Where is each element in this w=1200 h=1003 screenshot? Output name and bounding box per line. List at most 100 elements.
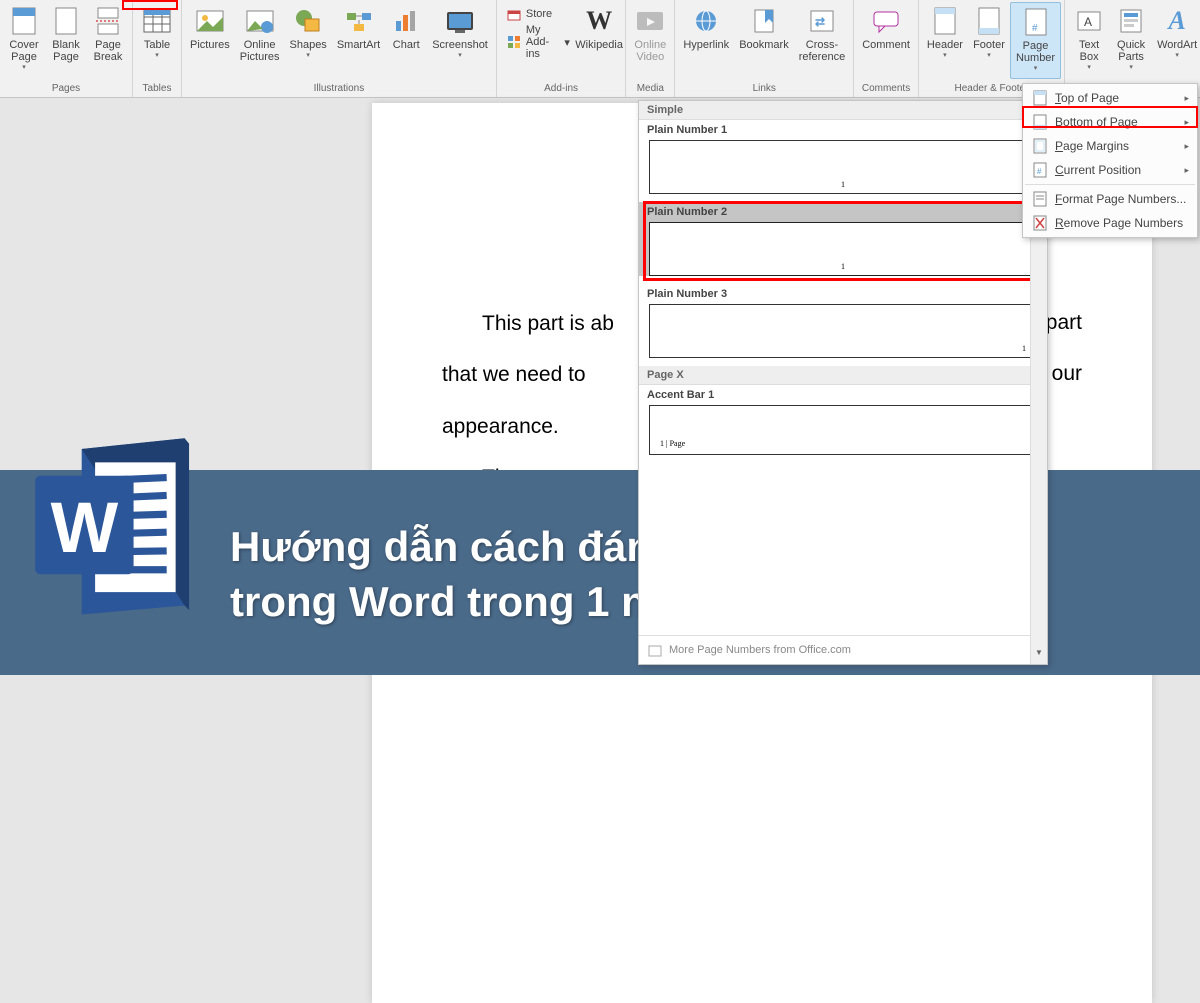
svg-text:A: A bbox=[1084, 15, 1092, 29]
quickparts-label: QuickParts bbox=[1117, 39, 1145, 63]
gallery-item-plain2[interactable]: Plain Number 2 1 bbox=[639, 202, 1047, 276]
doc-line2-start: that we need to bbox=[442, 363, 586, 386]
my-addins-label: My Add-ins bbox=[526, 24, 561, 60]
gallery-preview-2: 1 bbox=[649, 222, 1037, 276]
page-number-icon: # bbox=[1020, 6, 1052, 38]
store-button[interactable]: Store bbox=[506, 6, 570, 22]
my-addins-button[interactable]: My Add-ins ▾ bbox=[506, 24, 570, 60]
crossref-icon: ⇄ bbox=[806, 5, 838, 37]
header-icon bbox=[929, 5, 961, 37]
chart-icon bbox=[390, 5, 422, 37]
crossref-label: Cross-reference bbox=[799, 39, 845, 63]
page-margins-icon bbox=[1031, 138, 1049, 154]
gallery-item-accent1[interactable]: Accent Bar 1 1 | Page bbox=[639, 385, 1047, 455]
online-video-button[interactable]: OnlineVideo bbox=[629, 2, 671, 79]
wikipedia-icon: W bbox=[583, 5, 615, 37]
hyperlink-button[interactable]: Hyperlink bbox=[678, 2, 734, 79]
table-button[interactable]: Table▾ bbox=[136, 2, 178, 79]
screenshot-button[interactable]: Screenshot▾ bbox=[427, 2, 493, 79]
screenshot-icon bbox=[444, 5, 476, 37]
menu-format-page-numbers[interactable]: Format Page Numbers... bbox=[1025, 187, 1195, 211]
crossref-button[interactable]: ⇄ Cross-reference bbox=[794, 2, 850, 79]
smartart-button[interactable]: SmartArt bbox=[332, 2, 385, 79]
comment-button[interactable]: Comment bbox=[857, 2, 915, 79]
current-position-icon: # bbox=[1031, 162, 1049, 178]
group-media-label: Media bbox=[626, 81, 674, 97]
store-icon bbox=[506, 6, 522, 22]
hyperlink-label: Hyperlink bbox=[683, 39, 729, 51]
scroll-down-arrow[interactable]: ▼ bbox=[1031, 648, 1047, 664]
gallery-accent1-label: Accent Bar 1 bbox=[639, 385, 1047, 405]
page-top-icon bbox=[1031, 90, 1049, 106]
comment-label: Comment bbox=[862, 39, 910, 51]
gallery-item-plain3[interactable]: Plain Number 3 1 bbox=[639, 284, 1047, 358]
ribbon: CoverPage▾ BlankPage PageBreak Pages Tab… bbox=[0, 0, 1200, 98]
submenu-arrow-icon: ▸ bbox=[1184, 117, 1189, 128]
menu-page-margins[interactable]: Page Margins ▸ bbox=[1025, 134, 1195, 158]
svg-text:#: # bbox=[1037, 167, 1042, 176]
quickparts-icon bbox=[1115, 5, 1147, 37]
bookmark-label: Bookmark bbox=[739, 39, 789, 51]
header-button[interactable]: Header▾ bbox=[922, 2, 968, 79]
preview-number: 1 bbox=[841, 262, 845, 271]
top-highlight-marker bbox=[122, 0, 178, 10]
pictures-button[interactable]: Pictures bbox=[185, 2, 235, 79]
gallery-preview-1: 1 bbox=[649, 140, 1037, 194]
group-addins: Store My Add-ins ▾ W Wikipedia Add-ins bbox=[497, 0, 626, 97]
bookmark-icon bbox=[748, 5, 780, 37]
word-logo: W bbox=[28, 425, 198, 625]
menu-remove-page-numbers[interactable]: Remove Page Numbers bbox=[1025, 211, 1195, 235]
online-video-label: OnlineVideo bbox=[634, 39, 666, 63]
menu-bottom-of-page[interactable]: Bottom of Page ▸ bbox=[1025, 110, 1195, 134]
wordart-label: WordArt bbox=[1157, 39, 1197, 51]
cover-page-icon bbox=[8, 5, 40, 37]
wordart-button[interactable]: A WordArt▾ bbox=[1152, 2, 1200, 90]
page-break-button[interactable]: PageBreak bbox=[87, 2, 129, 79]
svg-text:W: W bbox=[51, 488, 119, 568]
quickparts-button[interactable]: QuickParts▾ bbox=[1110, 2, 1152, 90]
group-illustrations-label: Illustrations bbox=[182, 81, 496, 97]
textbox-button[interactable]: A TextBox▾ bbox=[1068, 2, 1110, 90]
office-icon bbox=[647, 642, 663, 658]
online-pictures-button[interactable]: OnlinePictures bbox=[235, 2, 285, 79]
remove-icon bbox=[1031, 215, 1049, 231]
preview-number: 1 bbox=[1022, 344, 1026, 353]
svg-text:⇄: ⇄ bbox=[815, 15, 825, 29]
wikipedia-button[interactable]: W Wikipedia bbox=[576, 2, 622, 79]
menu-separator bbox=[1025, 184, 1195, 185]
gallery-footer-label: More Page Numbers from Office.com bbox=[669, 644, 851, 656]
smartart-icon bbox=[343, 5, 375, 37]
online-pictures-label: OnlinePictures bbox=[240, 39, 280, 63]
wordart-icon: A bbox=[1161, 5, 1193, 37]
footer-icon bbox=[973, 5, 1005, 37]
menu-top-of-page[interactable]: Top of Page ▸ bbox=[1025, 86, 1195, 110]
gallery-footer-more[interactable]: More Page Numbers from Office.com bbox=[639, 635, 1030, 664]
blank-page-button[interactable]: BlankPage bbox=[45, 2, 87, 79]
bookmark-button[interactable]: Bookmark bbox=[734, 2, 794, 79]
gallery-preview-accent: 1 | Page bbox=[649, 405, 1037, 455]
menu-current-label: Current Position bbox=[1055, 163, 1141, 177]
page-number-menu: Top of Page ▸ Bottom of Page ▸ Page Marg… bbox=[1022, 83, 1198, 238]
group-addins-label: Add-ins bbox=[497, 81, 625, 97]
pictures-icon bbox=[194, 5, 226, 37]
svg-text:#: # bbox=[1032, 23, 1038, 34]
doc-line1-start: This part is ab bbox=[482, 312, 614, 335]
gallery-item-plain1[interactable]: Plain Number 1 1 bbox=[639, 120, 1047, 194]
menu-current-position[interactable]: # Current Position ▸ bbox=[1025, 158, 1195, 182]
menu-top-label: Top of Page bbox=[1055, 91, 1119, 105]
page-break-icon bbox=[92, 5, 124, 37]
chart-button[interactable]: Chart bbox=[385, 2, 427, 79]
screenshot-label: Screenshot bbox=[432, 39, 488, 51]
pictures-label: Pictures bbox=[190, 39, 230, 51]
table-label: Table bbox=[144, 39, 170, 51]
menu-bottom-label: Bottom of Page bbox=[1055, 115, 1138, 129]
page-number-gallery: Simple Plain Number 1 1 Plain Number 2 1… bbox=[638, 100, 1048, 665]
shapes-button[interactable]: Shapes▾ bbox=[285, 2, 332, 79]
page-number-button[interactable]: # PageNumber▾ bbox=[1010, 2, 1061, 79]
group-pages-label: Pages bbox=[0, 81, 132, 97]
cover-page-button[interactable]: CoverPage▾ bbox=[3, 2, 45, 79]
preview-number: 1 bbox=[841, 180, 845, 189]
menu-remove-label: Remove Page Numbers bbox=[1055, 216, 1183, 230]
footer-button[interactable]: Footer▾ bbox=[968, 2, 1010, 79]
gallery-section-simple: Simple bbox=[639, 101, 1047, 120]
